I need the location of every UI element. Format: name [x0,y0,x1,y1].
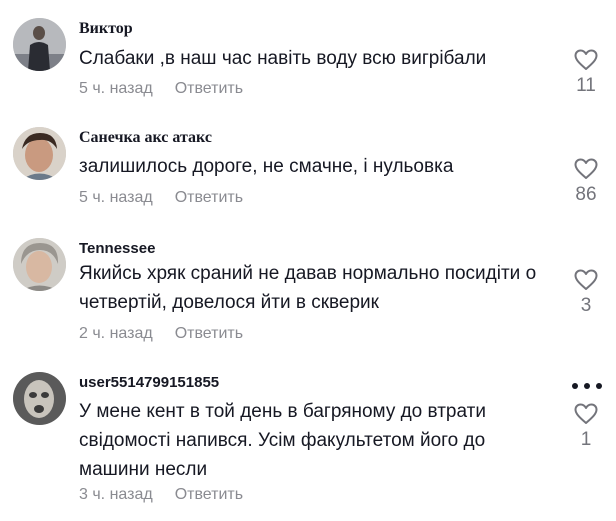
like-count: 3 [580,295,592,316]
comment-list: Виктор Слабаки ,в наш час навіть воду вс… [0,0,616,521]
comment-username[interactable]: Tennessee [79,238,155,260]
like-count: 1 [580,429,592,450]
like-button[interactable]: 3 [566,269,606,317]
comment-username[interactable]: user5514799151855 [79,372,219,394]
comment-meta: 3 ч. назад Ответить [79,485,243,505]
comment-username[interactable]: Виктор [79,18,133,40]
avatar[interactable] [13,372,66,425]
heart-outline-icon [574,49,598,70]
reply-button[interactable]: Ответить [175,325,243,342]
avatar[interactable] [13,127,66,180]
like-count: 86 [575,184,597,205]
avatar-photo-icon [13,18,66,71]
comment-time: 5 ч. назад [79,189,153,206]
heart-outline-icon [574,403,598,424]
like-count: 11 [576,75,596,96]
comment-text: залишилось дороге, не смачне, і нульовка [79,156,454,177]
comment-meta: 2 ч. назад Ответить [79,324,243,344]
avatar[interactable] [13,238,66,291]
comment-time: 2 ч. назад [79,325,153,342]
reply-button[interactable]: Ответить [175,486,243,503]
like-button[interactable]: 11 [566,49,606,97]
heart-outline-icon [574,158,598,179]
heart-outline-icon [574,269,598,290]
comment-meta: 5 ч. назад Ответить [79,79,243,99]
comment-username[interactable]: Санечка акс атакс [79,127,212,149]
comment-text: Слабаки ,в наш час навіть воду всю вигрі… [79,48,487,69]
comment-time: 3 ч. назад [79,486,153,503]
reply-button[interactable]: Ответить [175,80,243,97]
comment-meta: 5 ч. назад Ответить [79,188,243,208]
comment-text: У мене кент в той день в багряному до вт… [79,401,486,480]
reply-button[interactable]: Ответить [175,189,243,206]
more-horizontal-icon[interactable] [571,382,603,390]
avatar[interactable] [13,18,66,71]
avatar-photo-icon [13,238,66,291]
like-button[interactable]: 86 [566,158,606,206]
comment-time: 5 ч. назад [79,80,153,97]
comment-text: Якийсь хряк сраний не давав нормально по… [79,263,537,313]
avatar-photo-icon [13,127,66,180]
like-button[interactable]: 1 [566,403,606,451]
avatar-photo-icon [13,372,66,425]
